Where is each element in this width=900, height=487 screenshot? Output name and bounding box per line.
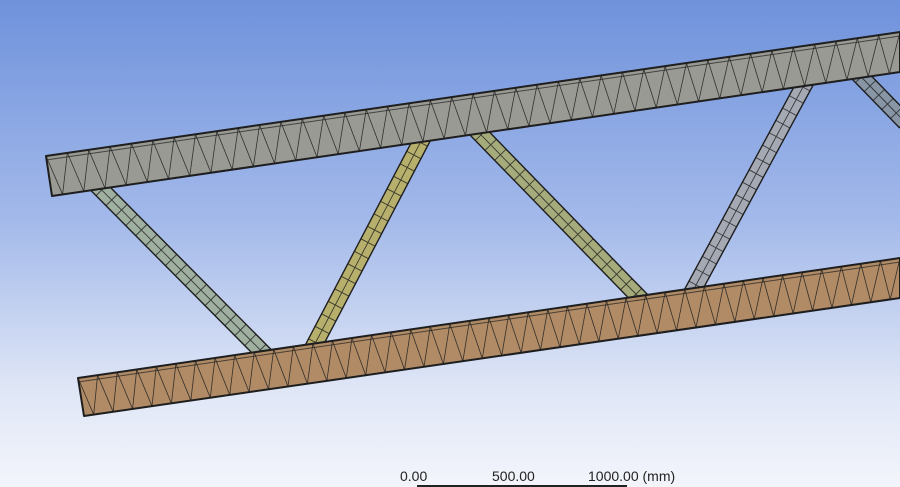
diagonal-member-3-mesh <box>451 104 666 325</box>
diagonal-member-1-mesh <box>71 159 291 381</box>
truss-mesh-model[interactable] <box>0 0 900 487</box>
top-chord <box>45 31 900 197</box>
scale-label-500: 500.00 <box>492 468 535 484</box>
top-chord-body <box>45 31 900 197</box>
graphics-viewport[interactable]: 0.00 500.00 1000.00 (mm) <box>0 0 900 487</box>
scale-bar: 0.00 500.00 1000.00 (mm) <box>400 468 700 487</box>
scale-label-1000: 1000.00 (mm) <box>588 468 676 484</box>
scale-label-0: 0.00 <box>400 468 428 484</box>
